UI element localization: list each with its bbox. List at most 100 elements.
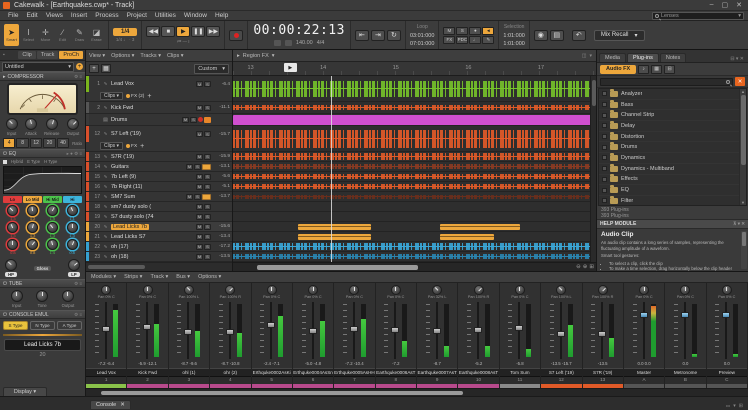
track-row[interactable]: 1∿Lead VoxMS-6.4Clips ▾FX (2)+ (86, 76, 232, 102)
pan-knob[interactable] (349, 285, 359, 295)
volume-fader[interactable] (557, 302, 565, 359)
compressor-release-knob[interactable]: Release (44, 118, 59, 136)
track-name[interactable]: Lead Licks S7 (111, 234, 194, 240)
track-row[interactable]: ▤DrumsMS (86, 114, 232, 126)
strip-name[interactable]: Master (624, 368, 664, 377)
lenses-search-box[interactable]: Lenses ▾ (652, 12, 744, 20)
compressor-attack-knob[interactable]: Attack (25, 118, 37, 136)
loop-toggle-button[interactable]: ↻ (387, 30, 401, 41)
menu-help[interactable]: Help (211, 12, 232, 19)
mix-module-button-●[interactable]: ● (469, 27, 481, 35)
volume-fader[interactable] (350, 302, 358, 359)
strip-name[interactable]: Erthquke0004AsSn (293, 368, 333, 377)
folder-checkbox[interactable] (602, 134, 607, 139)
solo-button[interactable]: S (190, 117, 197, 123)
clip-lane-lead-licks-7b[interactable] (233, 222, 596, 232)
clips-dropdown[interactable]: Clips ▾ (100, 142, 123, 150)
plugin-folder-row[interactable]: Distortion (599, 132, 746, 143)
gear-icon[interactable]: ⚙ ≡ (74, 281, 82, 287)
add-fx-icon[interactable]: + (140, 143, 144, 150)
solo-button[interactable]: S (204, 105, 211, 111)
clips-dropdown[interactable]: Clips ▾ (100, 92, 123, 100)
solo-button[interactable]: S (204, 131, 211, 137)
tube-output-knob[interactable]: Output (62, 290, 75, 308)
browser-tab-notes[interactable]: Notes (660, 53, 686, 62)
pan-knob[interactable] (225, 285, 235, 295)
track-volume[interactable]: -13.7 (213, 194, 230, 199)
fader-cap[interactable] (640, 312, 648, 318)
volume-fader[interactable] (184, 302, 192, 359)
metronome-icon[interactable] (285, 40, 292, 46)
browser-tab-media[interactable]: Media (599, 53, 626, 62)
ratio-20[interactable]: 20 (43, 138, 55, 148)
track-row[interactable]: 23∿oh (18)MS-13.5 (86, 252, 232, 262)
ratio-4[interactable]: 4 (3, 138, 15, 148)
add-fx-icon[interactable]: + (147, 93, 151, 100)
tube-tone-knob[interactable]: Tone (36, 290, 48, 308)
console-strip-13[interactable]: Pan 100% R-13.5S7R ('19)13 (583, 283, 624, 388)
track-name[interactable]: S7 Left ('19) (111, 131, 194, 137)
mix-module-button-◄[interactable]: ◄ (482, 27, 494, 35)
console-strip-8[interactable]: Pan 0% C-7.2Earthquke0006AsT8 (376, 283, 417, 388)
arrange-vscrollbar[interactable] (590, 76, 596, 262)
eq-band-hi-mid[interactable]: Hi Mid (43, 196, 62, 203)
region-fx-menu[interactable]: Region FX (243, 53, 269, 59)
volume-fader[interactable] (226, 302, 234, 359)
fader-cap[interactable] (515, 325, 523, 331)
track-control-preset-dropdown[interactable]: Custom▾ (194, 64, 229, 74)
mute-button[interactable]: M (186, 164, 193, 170)
track-row[interactable]: 19∿S7 dusty solo (74MS (86, 212, 232, 222)
solo-button[interactable]: S (204, 234, 211, 240)
inspector-tab-proch[interactable]: ProCh (59, 51, 83, 59)
console-strip-4[interactable]: Pan 100% R-8.7 -10.8ohr (2)4 (210, 283, 251, 388)
fx-rack-chip[interactable]: FX (126, 144, 137, 149)
fader-cap[interactable] (309, 328, 317, 334)
mix-module-button-pdc[interactable]: PDC (456, 36, 468, 44)
track-volume[interactable]: -13.5 (213, 254, 230, 259)
document-icon[interactable]: ▤ (550, 30, 564, 41)
strip-name[interactable]: Earthquke0007AsT (417, 368, 457, 377)
volume-fader[interactable] (722, 302, 730, 359)
track-row[interactable]: 12∿S7 Left ('19)MS-15.7Clips ▾FX+ (86, 126, 232, 152)
solo-button[interactable]: S (204, 184, 211, 190)
track-name[interactable]: Drums (111, 117, 180, 123)
track-volume[interactable]: -11.1 (213, 105, 230, 110)
fader-cap[interactable] (350, 326, 358, 332)
folder-checkbox[interactable] (602, 155, 607, 160)
edit-tool[interactable]: ∕Edit (55, 24, 70, 46)
erase-tool[interactable]: ◪Erase (89, 24, 104, 46)
drums-folder-clip[interactable] (233, 115, 596, 125)
rewind-button[interactable]: ◀◀ (146, 26, 160, 37)
console-strip-a[interactable]: Pan 0% C0.0 0.0MasterA (624, 283, 665, 388)
pan-knob[interactable] (101, 285, 111, 295)
track-row[interactable]: 17∿SM7 SumMS-13.7 (86, 192, 232, 202)
clip-lane-sm7-dusty-solo[interactable] (233, 202, 596, 212)
eq-mode-e-type[interactable]: E Type (27, 159, 40, 164)
solo-button[interactable]: S (204, 254, 211, 260)
mute-button[interactable]: M (196, 234, 203, 240)
solo-button[interactable]: S (204, 244, 211, 250)
add-track-button[interactable]: + (89, 64, 99, 73)
volume-fader[interactable] (143, 302, 151, 359)
fader-cap[interactable] (184, 329, 192, 335)
strip-name[interactable]: Erthquke0005AsHH (334, 368, 374, 377)
plugin-folder-row[interactable]: Drums (599, 142, 746, 153)
power-icon[interactable]: ⏻ (3, 151, 7, 157)
clip-lane-s7-left-19-[interactable] (233, 126, 596, 152)
minimize-button[interactable]: – (710, 1, 714, 9)
mute-button[interactable]: M (196, 204, 203, 210)
punch-out-button[interactable]: ⇥ (371, 30, 385, 41)
plugin-folder-row[interactable]: Bass (599, 100, 746, 111)
inspector-dock-icon[interactable]: ▪ (2, 52, 6, 58)
pan-knob[interactable] (680, 285, 690, 295)
mix-module-button-♩[interactable]: ♩ (469, 36, 481, 44)
snap-resolution[interactable]: 1/4 ♩ · 3 (116, 37, 135, 42)
pan-knob[interactable] (639, 285, 649, 295)
dock-icon[interactable]: ⚏ (726, 403, 730, 409)
release-knob[interactable] (46, 118, 58, 130)
strip-name[interactable]: Metronome (665, 368, 705, 377)
fader-cap[interactable] (433, 328, 441, 334)
tube-input-knob[interactable]: Input (11, 290, 23, 308)
io-chip[interactable] (202, 194, 211, 200)
strip-name[interactable]: Lead Vox (86, 368, 126, 377)
